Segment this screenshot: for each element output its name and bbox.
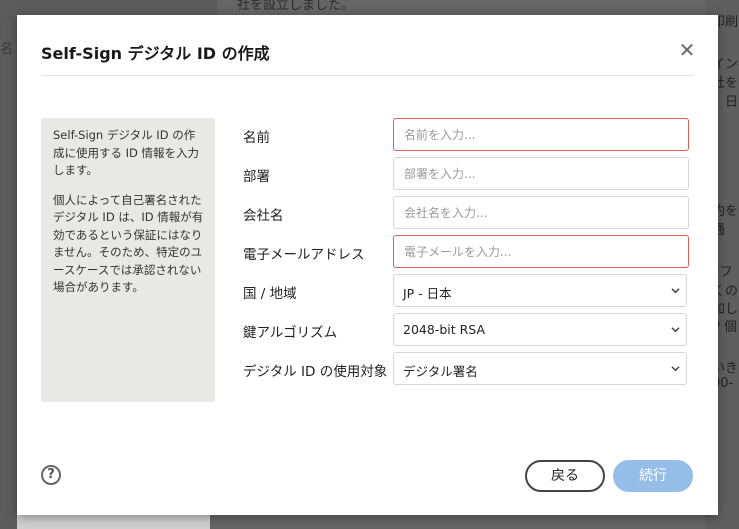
country-select[interactable]: JP - 日本: [393, 274, 687, 307]
algorithm-select[interactable]: 2048-bit RSA: [393, 313, 687, 346]
info-panel: Self-Sign デジタル ID の作成に使用する ID 情報を入力します。 …: [41, 118, 215, 402]
background-top-strip: [17, 0, 217, 15]
create-self-sign-digital-id-dialog: Self-Sign デジタル ID の作成 ✕ Self-Sign デジタル I…: [17, 15, 718, 515]
algorithm-label: 鍵アルゴリズム: [243, 325, 338, 341]
help-icon[interactable]: ?: [41, 465, 61, 485]
name-label: 名前: [243, 130, 270, 146]
department-row: 部署: [243, 157, 693, 191]
info-intro-text: Self-Sign デジタル ID の作成に使用する ID 情報を入力します。: [53, 128, 200, 177]
chevron-down-icon: [671, 366, 680, 372]
info-warning-text: 個人によって自己署名されたデジタル ID は、ID 情報が有効であるという保証に…: [53, 192, 204, 295]
name-row: 名前: [243, 118, 693, 152]
algorithm-selected-value: 2048-bit RSA: [403, 322, 486, 337]
algorithm-row: 鍵アルゴリズム 2048-bit RSA: [243, 313, 693, 347]
company-input[interactable]: [393, 196, 689, 229]
usage-select[interactable]: デジタル署名: [393, 352, 687, 385]
email-input[interactable]: [393, 235, 689, 268]
background-top-text: 社を設立しました。: [237, 0, 355, 13]
department-label: 部署: [243, 169, 270, 185]
chevron-down-icon: [671, 288, 680, 294]
country-label: 国 / 地域: [243, 286, 297, 302]
company-row: 会社名: [243, 196, 693, 230]
usage-selected-value: デジタル署名: [403, 364, 478, 379]
usage-label: デジタル ID の使用対象: [243, 364, 388, 380]
background-left-panel: 名: [0, 0, 17, 529]
email-row: 電子メールアドレス: [243, 235, 693, 269]
email-label: 電子メールアドレス: [243, 247, 365, 263]
country-row: 国 / 地域 JP - 日本: [243, 274, 693, 308]
continue-button[interactable]: 続行: [613, 460, 693, 492]
close-icon[interactable]: ✕: [676, 39, 698, 61]
title-divider: [41, 75, 694, 76]
usage-row: デジタル ID の使用対象 デジタル署名: [243, 352, 693, 386]
name-input[interactable]: [393, 118, 689, 151]
chevron-down-icon: [671, 327, 680, 333]
background-left-text: 名: [0, 42, 14, 57]
back-button[interactable]: 戻る: [525, 460, 605, 492]
company-label: 会社名: [243, 208, 284, 224]
country-selected-value: JP - 日本: [403, 286, 452, 301]
dialog-title: Self-Sign デジタル ID の作成: [41, 44, 270, 63]
department-input[interactable]: [393, 157, 689, 190]
